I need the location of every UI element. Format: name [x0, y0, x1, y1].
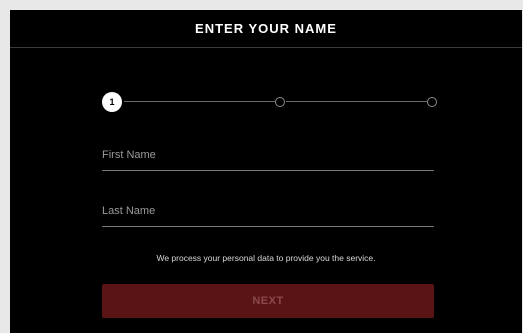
- next-button-label: NEXT: [252, 295, 284, 307]
- progress-stepper: 1: [102, 92, 437, 112]
- step-1-number: 1: [109, 97, 115, 107]
- dialog-header: ENTER YOUR NAME: [10, 10, 522, 48]
- dialog-title: ENTER YOUR NAME: [195, 21, 337, 36]
- stepper-line: [286, 101, 428, 102]
- step-1-active: 1: [102, 92, 122, 112]
- step-3-inactive: [427, 97, 437, 107]
- stepper-line: [124, 101, 276, 102]
- name-entry-dialog: ENTER YOUR NAME 1 We process your person…: [10, 10, 522, 333]
- first-name-input[interactable]: [102, 140, 434, 170]
- screen: ENTER YOUR NAME 1 We process your person…: [0, 0, 523, 333]
- first-name-field-wrapper: [102, 140, 434, 171]
- step-2-inactive: [275, 97, 285, 107]
- privacy-notice: We process your personal data to provide…: [156, 253, 376, 263]
- next-button[interactable]: NEXT: [102, 284, 434, 318]
- last-name-input[interactable]: [102, 196, 434, 226]
- last-name-field-wrapper: [102, 196, 434, 227]
